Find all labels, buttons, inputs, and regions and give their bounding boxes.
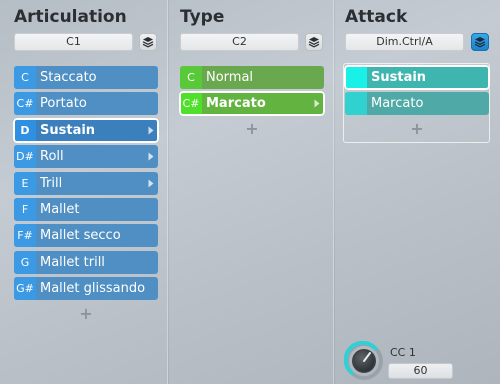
cc-knob[interactable] xyxy=(343,340,384,381)
articulation-item-key: F# xyxy=(14,224,36,248)
articulation-item-label: Mallet trill xyxy=(40,254,105,270)
type-add-button[interactable]: + xyxy=(180,119,324,139)
articulation-item-label: Roll xyxy=(40,149,64,165)
articulation-item-key: C xyxy=(14,66,36,89)
articulation-list: C Staccato C# Portato D Sustain D# Roll E Trill F M… xyxy=(13,66,159,324)
articulation-item-label: Sustain xyxy=(40,122,96,138)
articulation-item[interactable]: C# Portato xyxy=(14,92,158,116)
type-item[interactable]: C# Marcato xyxy=(179,91,325,117)
type-item-key: C# xyxy=(180,92,202,116)
type-layers-button[interactable] xyxy=(305,33,323,51)
articulation-item-label: Mallet xyxy=(40,201,80,217)
type-title: Type xyxy=(180,7,225,27)
type-item-label: Normal xyxy=(206,70,254,85)
attack-item[interactable]: Marcato xyxy=(345,92,489,116)
articulation-item-key: D xyxy=(14,118,36,142)
articulation-item[interactable]: F# Mallet secco xyxy=(14,224,158,248)
articulation-item-label: Trill xyxy=(40,175,63,191)
articulation-item-key: C# xyxy=(14,92,36,116)
layers-icon xyxy=(474,37,486,48)
layers-icon xyxy=(142,37,154,48)
attack-list: Sustain Marcato + xyxy=(344,65,490,139)
attack-item-label: Sustain xyxy=(371,70,427,85)
layers-icon xyxy=(308,37,320,48)
articulation-title: Articulation xyxy=(14,7,127,27)
articulation-selector[interactable]: C1 xyxy=(14,33,133,51)
articulation-item-key: D# xyxy=(14,145,36,169)
type-item-key: C xyxy=(180,66,202,89)
attack-panel: Attack Dim.Ctrl/A xyxy=(334,0,500,384)
type-item-label: Marcato xyxy=(206,96,266,112)
type-item[interactable]: C Normal xyxy=(180,66,324,89)
cc-label: CC 1 xyxy=(390,346,416,359)
attack-item-key xyxy=(345,66,367,89)
chevron-right-icon[interactable] xyxy=(148,172,154,195)
attack-item[interactable]: Sustain xyxy=(344,65,490,90)
articulation-item[interactable]: G# Mallet glissando xyxy=(14,277,158,301)
knob-icon xyxy=(343,340,383,380)
type-selector[interactable]: C2 xyxy=(180,33,299,51)
articulation-item-label: Mallet secco xyxy=(40,228,121,244)
cc-value-field[interactable]: 60 xyxy=(388,363,453,379)
type-list: C Normal C# Marcato + xyxy=(179,66,325,139)
attack-selector[interactable]: Dim.Ctrl/A xyxy=(345,33,464,51)
chevron-right-icon[interactable] xyxy=(314,92,320,115)
attack-item-label: Marcato xyxy=(371,96,424,112)
articulation-item-label: Mallet glissando xyxy=(40,281,146,297)
articulation-item[interactable]: D# Roll xyxy=(14,145,158,169)
articulation-item-key: E xyxy=(14,171,36,195)
articulation-item-label: Portato xyxy=(40,96,87,112)
articulation-item-key: G xyxy=(14,250,36,274)
articulation-panel: Articulation C1 C Staccato C# Portato D Susta… xyxy=(0,0,167,384)
chevron-right-icon[interactable] xyxy=(148,145,154,168)
chevron-right-icon[interactable] xyxy=(148,119,154,142)
articulation-item-key: F xyxy=(14,197,36,221)
articulation-item[interactable]: G Mallet trill xyxy=(14,250,158,274)
articulation-item-key: G# xyxy=(14,277,36,301)
articulation-item-label: Staccato xyxy=(40,70,97,85)
type-panel: Type C2 C Normal C# Marcato + xyxy=(168,0,333,384)
articulation-item[interactable]: E Trill xyxy=(14,171,158,195)
attack-add-button[interactable]: + xyxy=(345,119,489,139)
articulation-item[interactable]: F Mallet xyxy=(14,197,158,221)
articulation-item[interactable]: C Staccato xyxy=(14,66,158,89)
attack-layers-button[interactable] xyxy=(471,33,489,51)
articulation-add-button[interactable]: + xyxy=(14,304,158,324)
articulation-item[interactable]: D Sustain xyxy=(13,117,159,143)
attack-item-key xyxy=(345,92,367,116)
attack-title: Attack xyxy=(345,7,408,27)
articulation-layers-button[interactable] xyxy=(139,33,157,51)
